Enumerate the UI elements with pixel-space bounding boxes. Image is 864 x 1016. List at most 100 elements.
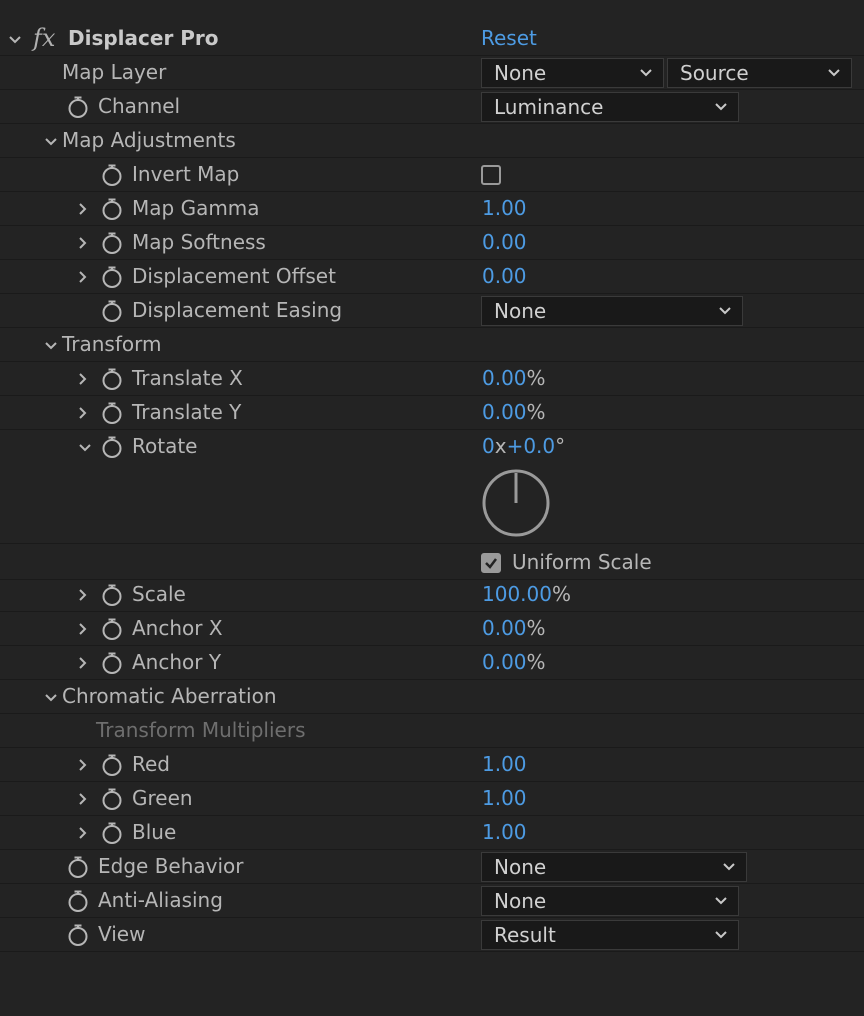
channel-row: Channel Luminance: [0, 90, 864, 124]
edge-behavior-label: Edge Behavior: [98, 854, 244, 878]
stopwatch-icon[interactable]: [101, 584, 123, 606]
chevron-down-icon: [715, 897, 727, 905]
map-source-dropdown[interactable]: Source: [667, 58, 852, 88]
stopwatch-icon[interactable]: [101, 232, 123, 254]
red-label: Red: [132, 752, 170, 776]
scale-row: Scale 100.00%: [0, 578, 864, 612]
map-gamma-row: Map Gamma 1.00: [0, 192, 864, 226]
chevron-right-icon[interactable]: [73, 362, 91, 395]
transform-group-row: Transform: [0, 328, 864, 362]
invert-map-checkbox[interactable]: [481, 165, 501, 185]
displacement-offset-label: Displacement Offset: [132, 264, 336, 288]
invert-map-label: Invert Map: [132, 162, 240, 186]
translate-y-unit: %: [526, 400, 546, 424]
green-value[interactable]: 1.00: [482, 782, 527, 815]
displacement-easing-dropdown[interactable]: None: [481, 296, 743, 326]
transform-multipliers-label: Transform Multipliers: [96, 718, 306, 742]
stopwatch-icon[interactable]: [67, 890, 89, 912]
chevron-right-icon[interactable]: [73, 192, 91, 225]
stopwatch-icon[interactable]: [101, 266, 123, 288]
anchor-x-value[interactable]: 0.00: [482, 616, 527, 640]
channel-label: Channel: [98, 94, 181, 118]
green-label: Green: [132, 786, 193, 810]
map-softness-label: Map Softness: [132, 230, 266, 254]
chevron-down-icon: [723, 863, 735, 871]
translate-x-label: Translate X: [132, 366, 243, 390]
map-layer-label: Map Layer: [62, 60, 167, 84]
stopwatch-icon[interactable]: [101, 822, 123, 844]
stopwatch-icon[interactable]: [101, 300, 123, 322]
translate-y-field[interactable]: 0.00%: [482, 396, 546, 429]
rotation-dial[interactable]: [481, 468, 551, 538]
chevron-right-icon[interactable]: [73, 646, 91, 679]
fx-icon[interactable]: fx: [33, 22, 55, 55]
chevron-down-icon[interactable]: [76, 430, 94, 463]
map-adjustments-group-row: Map Adjustments: [0, 124, 864, 158]
chevron-down-icon[interactable]: [42, 680, 60, 713]
translate-y-value[interactable]: 0.00: [482, 400, 527, 424]
blue-row: Blue 1.00: [0, 816, 864, 850]
map-gamma-value[interactable]: 1.00: [482, 192, 527, 225]
map-layer-row: Map Layer None Source: [0, 56, 864, 90]
blue-label: Blue: [132, 820, 177, 844]
chevron-down-icon[interactable]: [6, 22, 24, 55]
chevron-right-icon[interactable]: [73, 578, 91, 611]
chevron-right-icon[interactable]: [73, 396, 91, 429]
chevron-down-icon: [640, 69, 652, 77]
stopwatch-icon[interactable]: [67, 856, 89, 878]
rotate-revolutions[interactable]: 0: [482, 434, 495, 458]
map-layer-dropdown[interactable]: None: [481, 58, 664, 88]
stopwatch-icon[interactable]: [101, 754, 123, 776]
chevron-down-icon[interactable]: [42, 328, 60, 361]
rotate-rev-sep: x: [494, 434, 507, 458]
rotate-degrees[interactable]: +0.0: [507, 434, 556, 458]
channel-dropdown[interactable]: Luminance: [481, 92, 739, 122]
scale-field[interactable]: 100.00%: [482, 578, 571, 611]
chevron-right-icon[interactable]: [73, 226, 91, 259]
chevron-right-icon[interactable]: [73, 816, 91, 849]
stopwatch-icon[interactable]: [101, 652, 123, 674]
translate-x-value[interactable]: 0.00: [482, 366, 527, 390]
scale-value[interactable]: 100.00: [482, 582, 552, 606]
displacement-offset-row: Displacement Offset 0.00: [0, 260, 864, 294]
chevron-right-icon[interactable]: [73, 748, 91, 781]
anchor-y-field[interactable]: 0.00%: [482, 646, 546, 679]
stopwatch-icon[interactable]: [101, 618, 123, 640]
reset-link[interactable]: Reset: [481, 22, 537, 55]
edge-behavior-value: None: [494, 855, 547, 879]
uniform-scale-checkbox[interactable]: [481, 553, 501, 573]
stopwatch-icon[interactable]: [67, 924, 89, 946]
chevron-right-icon[interactable]: [73, 260, 91, 293]
stopwatch-icon[interactable]: [101, 788, 123, 810]
chevron-right-icon[interactable]: [73, 782, 91, 815]
anchor-x-field[interactable]: 0.00%: [482, 612, 546, 645]
stopwatch-icon[interactable]: [67, 96, 89, 118]
anchor-y-row: Anchor Y 0.00%: [0, 646, 864, 680]
map-softness-value[interactable]: 0.00: [482, 226, 527, 259]
effect-header-row: fx Displacer Pro Reset: [0, 22, 864, 56]
stopwatch-icon[interactable]: [101, 164, 123, 186]
translate-y-label: Translate Y: [132, 400, 242, 424]
anti-aliasing-label: Anti-Aliasing: [98, 888, 223, 912]
stopwatch-icon[interactable]: [101, 402, 123, 424]
rotate-field[interactable]: 0x+0.0°: [482, 430, 565, 463]
displacement-easing-row: Displacement Easing None: [0, 294, 864, 328]
edge-behavior-row: Edge Behavior None: [0, 850, 864, 884]
view-dropdown[interactable]: Result: [481, 920, 739, 950]
view-label: View: [98, 922, 146, 946]
blue-value[interactable]: 1.00: [482, 816, 527, 849]
red-value[interactable]: 1.00: [482, 748, 527, 781]
displacement-offset-value[interactable]: 0.00: [482, 260, 527, 293]
stopwatch-icon[interactable]: [101, 436, 123, 458]
map-source-value: Source: [680, 61, 749, 85]
rotate-row: Rotate 0x+0.0°: [0, 430, 864, 544]
edge-behavior-dropdown[interactable]: None: [481, 852, 747, 882]
uniform-scale-label: Uniform Scale: [512, 550, 652, 574]
chevron-down-icon[interactable]: [42, 124, 60, 157]
stopwatch-icon[interactable]: [101, 198, 123, 220]
stopwatch-icon[interactable]: [101, 368, 123, 390]
translate-x-field[interactable]: 0.00%: [482, 362, 546, 395]
anti-aliasing-dropdown[interactable]: None: [481, 886, 739, 916]
chevron-right-icon[interactable]: [73, 612, 91, 645]
anchor-y-value[interactable]: 0.00: [482, 650, 527, 674]
